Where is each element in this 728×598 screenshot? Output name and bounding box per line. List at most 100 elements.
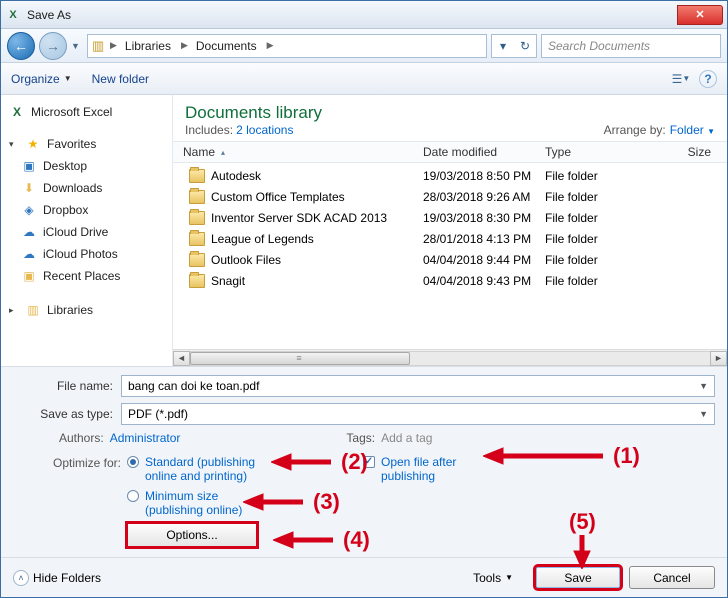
- cloud-icon: ☁: [21, 246, 37, 262]
- scrollbar-thumb[interactable]: ≡: [190, 352, 410, 365]
- back-button[interactable]: ←: [7, 32, 35, 60]
- column-size[interactable]: Size: [665, 145, 727, 159]
- library-title: Documents library: [185, 103, 322, 123]
- table-row[interactable]: Autodesk19/03/2018 8:50 PMFile folder: [173, 165, 727, 186]
- toolbar: Organize ▼ New folder ☰ ▼ ?: [1, 63, 727, 95]
- sidebar-item-downloads[interactable]: ⬇ Downloads: [5, 177, 168, 199]
- row-type: File folder: [545, 232, 665, 246]
- authors-label: Authors:: [59, 431, 104, 445]
- table-row[interactable]: League of Legends28/01/2018 4:13 PMFile …: [173, 228, 727, 249]
- search-input[interactable]: Search Documents: [541, 34, 721, 58]
- arrange-by-dropdown[interactable]: Folder ▼: [670, 123, 715, 137]
- options-button[interactable]: Options...: [127, 523, 257, 547]
- sidebar-label: Microsoft Excel: [31, 105, 112, 119]
- sidebar-item-libraries[interactable]: ▸ ▥ Libraries: [5, 299, 168, 321]
- filename-input[interactable]: bang can doi ke toan.pdf ▼: [121, 375, 715, 397]
- organize-menu[interactable]: Organize ▼: [11, 72, 72, 86]
- radio-standard[interactable]: [127, 456, 139, 468]
- chevron-down-icon[interactable]: ▼: [699, 381, 708, 391]
- row-name: Inventor Server SDK ACAD 2013: [211, 211, 387, 225]
- sidebar-item-favorites[interactable]: ▾ ★ Favorites: [5, 133, 168, 155]
- breadcrumb[interactable]: ▥ ▶ Libraries ▶ Documents ▶: [87, 34, 487, 58]
- expand-icon[interactable]: ▸: [9, 305, 19, 316]
- includes-link[interactable]: 2 locations: [236, 123, 293, 137]
- folder-icon: [189, 190, 205, 204]
- sidebar-item-recent[interactable]: ▣ Recent Places: [5, 265, 168, 287]
- filename-label: File name:: [13, 379, 121, 393]
- breadcrumb-libraries[interactable]: Libraries: [119, 37, 179, 55]
- row-date: 19/03/2018 8:50 PM: [423, 169, 545, 183]
- view-options-button[interactable]: ☰ ▼: [671, 69, 691, 89]
- sidebar-item-ms-excel[interactable]: X Microsoft Excel: [5, 101, 168, 123]
- sidebar-item-desktop[interactable]: ▣ Desktop: [5, 155, 168, 177]
- includes-label: Includes:: [185, 123, 233, 137]
- sidebar-label: Libraries: [47, 303, 93, 317]
- sidebar: X Microsoft Excel ▾ ★ Favorites ▣ Deskto…: [1, 95, 173, 366]
- footer: ˄ Hide Folders Tools ▼ Save Cancel: [1, 557, 727, 597]
- radio-standard-label[interactable]: Standard (publishing online and printing…: [145, 455, 255, 483]
- refresh-icon[interactable]: ↻: [514, 39, 536, 53]
- tools-menu[interactable]: Tools ▼: [473, 571, 513, 585]
- checkbox-open-after-label[interactable]: Open file after publishing: [381, 455, 456, 483]
- history-dropdown[interactable]: ▼: [71, 41, 83, 51]
- cancel-button[interactable]: Cancel: [629, 566, 715, 589]
- sort-asc-icon: ▴: [221, 148, 225, 157]
- folder-icon: [189, 253, 205, 267]
- sidebar-item-icloud-drive[interactable]: ☁ iCloud Drive: [5, 221, 168, 243]
- new-folder-button[interactable]: New folder: [92, 72, 149, 86]
- table-row[interactable]: Snagit04/04/2018 9:43 PMFile folder: [173, 270, 727, 291]
- sidebar-label: iCloud Photos: [43, 247, 118, 261]
- desktop-icon: ▣: [21, 158, 37, 174]
- chevron-right-icon[interactable]: ▶: [110, 40, 117, 51]
- chevron-up-icon: ˄: [13, 570, 29, 586]
- help-button[interactable]: ?: [699, 70, 717, 88]
- column-type[interactable]: Type: [545, 145, 665, 159]
- filename-value: bang can doi ke toan.pdf: [128, 379, 259, 393]
- downloads-icon: ⬇: [21, 180, 37, 196]
- scroll-left-icon[interactable]: ◄: [173, 351, 190, 366]
- forward-button[interactable]: →: [39, 32, 67, 60]
- row-date: 19/03/2018 8:30 PM: [423, 211, 545, 225]
- star-icon: ★: [25, 136, 41, 152]
- arrange-label: Arrange by:: [604, 123, 666, 137]
- chevron-right-icon[interactable]: ▶: [181, 40, 188, 51]
- table-row[interactable]: Inventor Server SDK ACAD 2013 19/03/2018 …: [173, 207, 727, 228]
- folder-icon: [189, 274, 205, 288]
- column-name[interactable]: Name ▴: [173, 145, 423, 159]
- save-type-input[interactable]: PDF (*.pdf) ▼: [121, 403, 715, 425]
- table-row[interactable]: Outlook Files04/04/2018 9:44 PMFile fold…: [173, 249, 727, 270]
- tags-value[interactable]: Add a tag: [381, 431, 432, 445]
- breadcrumb-documents[interactable]: Documents: [190, 37, 265, 55]
- libraries-icon: ▥: [25, 302, 41, 318]
- chevron-right-icon[interactable]: ▶: [267, 40, 274, 51]
- sidebar-label: Downloads: [43, 181, 102, 195]
- path-dropdown-icon[interactable]: ▾: [492, 39, 514, 53]
- close-button[interactable]: ✕: [677, 5, 723, 25]
- column-date[interactable]: Date modified: [423, 145, 545, 159]
- sidebar-item-icloud-photos[interactable]: ☁ iCloud Photos: [5, 243, 168, 265]
- sidebar-item-dropbox[interactable]: ◈ Dropbox: [5, 199, 168, 221]
- sidebar-label: Dropbox: [43, 203, 88, 217]
- excel-icon: X: [5, 7, 21, 23]
- sidebar-label: Recent Places: [43, 269, 120, 283]
- radio-minimum[interactable]: [127, 490, 139, 502]
- column-headers: Name ▴ Date modified Type Size: [173, 141, 727, 163]
- authors-value[interactable]: Administrator: [110, 431, 181, 445]
- save-type-value: PDF (*.pdf): [128, 407, 188, 421]
- collapse-icon[interactable]: ▾: [9, 139, 19, 150]
- radio-minimum-label[interactable]: Minimum size (publishing online): [145, 489, 242, 517]
- hide-folders-button[interactable]: ˄ Hide Folders: [13, 570, 101, 586]
- new-folder-label: New folder: [92, 72, 149, 86]
- row-date: 04/04/2018 9:44 PM: [423, 253, 545, 267]
- row-type: File folder: [545, 211, 665, 225]
- checkbox-open-after[interactable]: [363, 456, 375, 468]
- chevron-down-icon[interactable]: ▼: [699, 409, 708, 419]
- table-row[interactable]: Custom Office Templates28/03/2018 9:26 A…: [173, 186, 727, 207]
- horizontal-scrollbar[interactable]: ◄ ≡ ►: [173, 349, 727, 366]
- excel-icon: X: [9, 104, 25, 120]
- row-date: 04/04/2018 9:43 PM: [423, 274, 545, 288]
- scroll-right-icon[interactable]: ►: [710, 351, 727, 366]
- save-button[interactable]: Save: [535, 566, 621, 589]
- recent-icon: ▣: [21, 268, 37, 284]
- dropbox-icon: ◈: [21, 202, 37, 218]
